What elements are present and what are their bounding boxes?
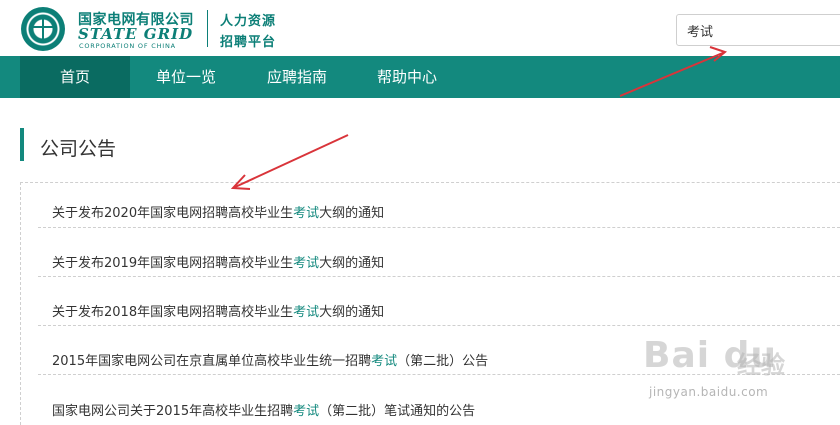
list-divider [38,227,840,228]
watermark-cn: 经验 [737,351,785,379]
announcement-text: 国家电网公司关于2015年高校毕业生招聘 [52,404,294,419]
announcement-item[interactable]: 关于发布2020年国家电网招聘高校毕业生考试大纲的通知 [52,202,384,221]
brand-name-en[interactable]: STATE GRID [78,25,193,43]
search-input[interactable] [676,14,840,46]
nav-item-help[interactable]: 帮助中心 [352,56,462,98]
announcement-text: 大纲的通知 [319,256,385,271]
announcement-text: 关于发布2018年国家电网招聘高校毕业生 [52,305,294,320]
nav-item-home[interactable]: 首页 [20,56,130,98]
list-left-border [20,182,21,425]
section-accent-bar [20,128,24,161]
announcement-item[interactable]: 关于发布2018年国家电网招聘高校毕业生考试大纲的通知 [52,301,384,320]
announcement-text: 大纲的通知 [319,206,385,221]
announcement-item[interactable]: 2015年国家电网公司在京直属单位高校毕业生统一招聘考试（第二批）公告 [52,350,488,369]
list-top-border [20,182,840,183]
announcement-keyword: 考试 [293,256,320,271]
section-title: 公司公告 [40,138,117,160]
list-divider [38,276,840,277]
platform-title-line2: 招聘平台 [220,35,277,50]
brand-divider [207,10,208,47]
announcement-text: （第二批）笔试通知的公告 [319,404,476,419]
main-nav: 首页 单位一览 应聘指南 帮助中心 [0,56,840,98]
announcement-text: 2015年国家电网公司在京直属单位高校毕业生统一招聘 [52,354,372,369]
announcement-keyword: 考试 [293,206,320,221]
nav-item-units[interactable]: 单位一览 [130,56,242,98]
platform-title-line1: 人力资源 [220,14,277,29]
announcement-keyword: 考试 [293,305,320,320]
brand-corporation-line: CORPORATION OF CHINA [79,42,176,50]
nav-item-guide[interactable]: 应聘指南 [242,56,352,98]
announcement-item[interactable]: 国家电网公司关于2015年高校毕业生招聘考试（第二批）笔试通知的公告 [52,400,475,419]
announcement-keyword: 考试 [293,404,320,419]
announcement-text: 大纲的通知 [319,305,385,320]
annotation-arrow-result [230,134,349,190]
state-grid-logo-icon[interactable] [21,7,65,51]
site-header: 国家电网有限公司 STATE GRID CORPORATION OF CHINA… [0,0,840,56]
announcement-text: 关于发布2019年国家电网招聘高校毕业生 [52,256,294,271]
announcement-item[interactable]: 关于发布2019年国家电网招聘高校毕业生考试大纲的通知 [52,252,384,271]
announcement-keyword: 考试 [371,354,398,369]
list-divider [38,325,840,326]
watermark-url: jingyan.baidu.com [649,385,769,399]
announcement-text: （第二批）公告 [397,354,489,369]
baidu-jingyan-watermark: Bai du 经验 jingyan.baidu.com [643,335,813,415]
announcement-text: 关于发布2020年国家电网招聘高校毕业生 [52,206,294,221]
